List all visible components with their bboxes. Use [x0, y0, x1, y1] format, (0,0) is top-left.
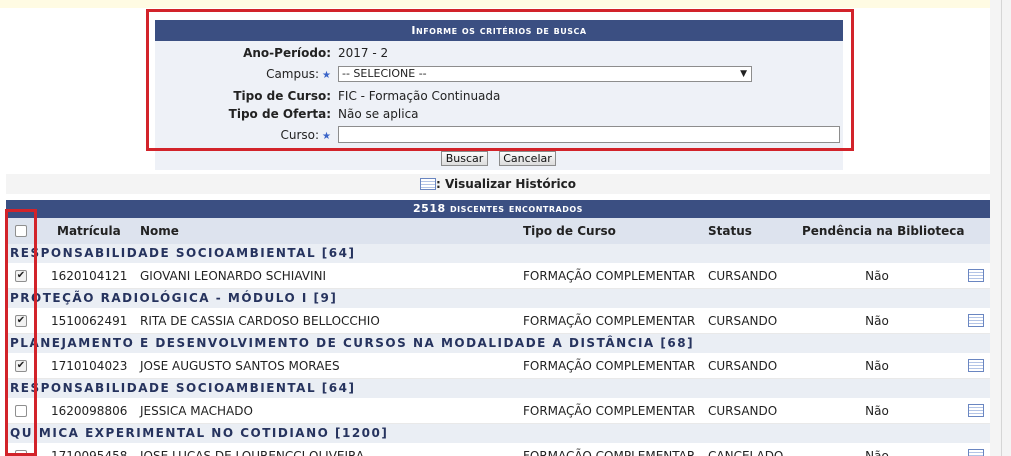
checkbox-column-highlight-box — [5, 209, 37, 456]
scrollbar-edge — [1001, 0, 1002, 456]
view-history-icon[interactable] — [968, 359, 984, 372]
pendencia-cell: Não — [865, 449, 889, 456]
form-highlight-box — [146, 9, 854, 151]
group-header-label: QUIMICA EXPERIMENTAL NO COTIDIANO [1200] — [10, 426, 389, 440]
tipo-curso-cell: FORMAÇÃO COMPLEMENTAR — [523, 359, 696, 373]
column-header-pendencia: Pendência na Biblioteca — [802, 224, 965, 238]
table-row: ✔ 1510062491 RITA DE CASSIA CARDOSO BELLOC… — [6, 308, 990, 334]
tipo-curso-cell: FORMAÇÃO COMPLEMENTAR — [523, 404, 696, 418]
group-header-label: RESPONSABILIDADE SOCIOAMBIENTAL [64] — [10, 381, 356, 395]
nome-cell: JOSE LUCAS DE LOURENCCI OLIVEIRA — [140, 449, 365, 456]
table-row: ✔ 1710104023 JOSE AUGUSTO SANTOS MORAES FOR… — [6, 353, 990, 379]
visualizar-historico-label: : Visualizar Histórico — [435, 177, 577, 191]
group-header: PROTEÇÃO RADIOLÓGICA - MÓDULO I [9] — [6, 289, 990, 308]
matricula-cell: 1510062491 — [51, 314, 128, 328]
group-header-label: RESPONSABILIDADE SOCIOAMBIENTAL [64] — [10, 246, 356, 260]
buscar-button[interactable]: Buscar — [441, 151, 488, 166]
pendencia-cell: Não — [865, 359, 889, 373]
tipo-curso-cell: FORMAÇÃO COMPLEMENTAR — [523, 449, 696, 456]
view-history-icon[interactable] — [968, 404, 984, 417]
group-header: RESPONSABILIDADE SOCIOAMBIENTAL [64] — [6, 379, 990, 398]
nome-cell: JOSE AUGUSTO SANTOS MORAES — [140, 359, 340, 373]
status-cell: CURSANDO — [708, 314, 778, 328]
pendencia-cell: Não — [865, 314, 889, 328]
nome-cell: RITA DE CASSIA CARDOSO BELLOCCHIO — [140, 314, 380, 328]
column-header-status: Status — [708, 224, 752, 238]
nome-cell: GIOVANI LEONARDO SCHIAVINI — [140, 269, 327, 283]
table-row: 1620098806 JESSICA MACHADO FORMAÇÃO COMPLE… — [6, 398, 990, 424]
group-header: PLANEJAMENTO E DESENVOLVIMENTO DE CURSOS… — [6, 334, 990, 353]
visualizar-historico-link[interactable]: : Visualizar Histórico — [6, 174, 990, 194]
cancelar-button[interactable]: Cancelar — [499, 151, 556, 166]
status-cell: CANCELADO — [708, 449, 784, 456]
column-header-tipo-curso: Tipo de Curso — [523, 224, 616, 238]
nome-cell: JESSICA MACHADO — [140, 404, 253, 418]
matricula-cell: 1620104121 — [51, 269, 128, 283]
matricula-cell: 1620098806 — [51, 404, 128, 418]
results-caption: 2518 discentes encontrados — [6, 200, 990, 218]
table-header: Matrícula Nome Tipo de Curso Status Pend… — [6, 218, 990, 244]
table-row: ✔ 1620104121 GIOVANI LEONARDO SCHIAVINI FOR… — [6, 263, 990, 289]
tipo-curso-cell: FORMAÇÃO COMPLEMENTAR — [523, 314, 696, 328]
top-strip — [0, 0, 990, 8]
matricula-cell: 1710095458 — [51, 449, 128, 456]
view-history-icon[interactable] — [968, 449, 984, 456]
table-row: 1710095458 JOSE LUCAS DE LOURENCCI OLIVEI… — [6, 443, 990, 456]
status-cell: CURSANDO — [708, 269, 778, 283]
matricula-cell: 1710104023 — [51, 359, 128, 373]
tipo-curso-cell: FORMAÇÃO COMPLEMENTAR — [523, 269, 696, 283]
column-header-nome: Nome — [140, 224, 179, 238]
pendencia-cell: Não — [865, 404, 889, 418]
view-history-icon[interactable] — [968, 269, 984, 282]
status-cell: CURSANDO — [708, 404, 778, 418]
calendar-icon — [419, 178, 436, 190]
column-header-matricula: Matrícula — [57, 224, 121, 238]
view-history-icon[interactable] — [968, 314, 984, 327]
pendencia-cell: Não — [865, 269, 889, 283]
group-header: RESPONSABILIDADE SOCIOAMBIENTAL [64] — [6, 244, 990, 263]
group-header: QUIMICA EXPERIMENTAL NO COTIDIANO [1200] — [6, 424, 990, 443]
status-cell: CURSANDO — [708, 359, 778, 373]
group-header-label: PROTEÇÃO RADIOLÓGICA - MÓDULO I [9] — [10, 291, 338, 305]
group-header-label: PLANEJAMENTO E DESENVOLVIMENTO DE CURSOS… — [10, 336, 695, 350]
